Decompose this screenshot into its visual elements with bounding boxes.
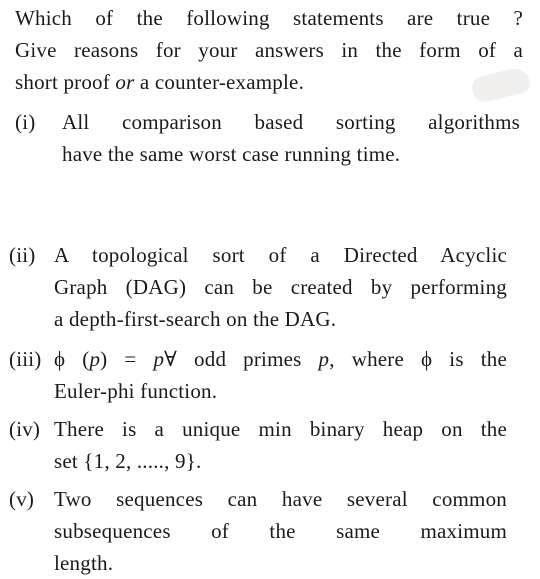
math-text: ∀ odd primes <box>164 347 319 371</box>
statement-line: There is a unique min binary heap on the <box>54 417 507 441</box>
document-page: Which of the following statements are tr… <box>0 0 540 577</box>
math-text: , where ϕ is the <box>329 347 507 371</box>
statement-number: (i) <box>15 110 36 134</box>
statement-text: A topological sort of a Directed Acyclic… <box>54 239 507 335</box>
intro-line-2: Give reasons for your answers in the for… <box>15 38 523 62</box>
math-text: ϕ ( <box>54 347 90 371</box>
statement-line: Euler-phi function. <box>54 379 218 403</box>
statement-number: (ii) <box>9 243 36 267</box>
statement-text: Two sequences can have several common su… <box>54 483 507 579</box>
statement-line: length. <box>54 551 114 575</box>
question-intro: Which of the following statements are tr… <box>15 2 523 98</box>
intro-line-3: short proof or a counter-example. <box>15 66 523 98</box>
statement-text: There is a unique min binary heap on the… <box>54 413 507 477</box>
statement-number: (v) <box>9 487 35 511</box>
math-variable: p <box>153 347 165 371</box>
statement-line: A topological sort of a Directed Acyclic <box>54 243 507 267</box>
intro-text: a counter-example. <box>134 70 305 94</box>
intro-line-1: Which of the following statements are tr… <box>15 6 523 30</box>
math-variable: p <box>318 347 330 371</box>
intro-emphasis: or <box>115 70 135 94</box>
intro-text: short proof <box>15 70 116 94</box>
math-variable: p <box>89 347 101 371</box>
math-text: ) = <box>100 347 154 371</box>
statement-text: ϕ (p) = p∀ odd primes p, where ϕ is the … <box>54 343 507 407</box>
statement-line: a depth-first-search on the DAG. <box>54 307 337 331</box>
statement-line: have the same worst case running time. <box>62 142 401 166</box>
statement-number: (iii) <box>9 347 42 371</box>
statement-text: All comparison based sorting algorithms … <box>62 106 520 170</box>
statement-line: ϕ (p) = p∀ odd primes p, where ϕ is the <box>54 343 507 375</box>
statement-number: (iv) <box>9 417 41 441</box>
statement-line: Two sequences can have several common <box>54 487 507 511</box>
statement-line: Graph (DAG) can be created by performing <box>54 275 507 299</box>
statement-line: subsequences of the same maximum <box>54 519 507 543</box>
statement-line: All comparison based sorting algorithms <box>62 110 520 134</box>
statement-line: set {1, 2, ....., 9}. <box>54 449 202 473</box>
